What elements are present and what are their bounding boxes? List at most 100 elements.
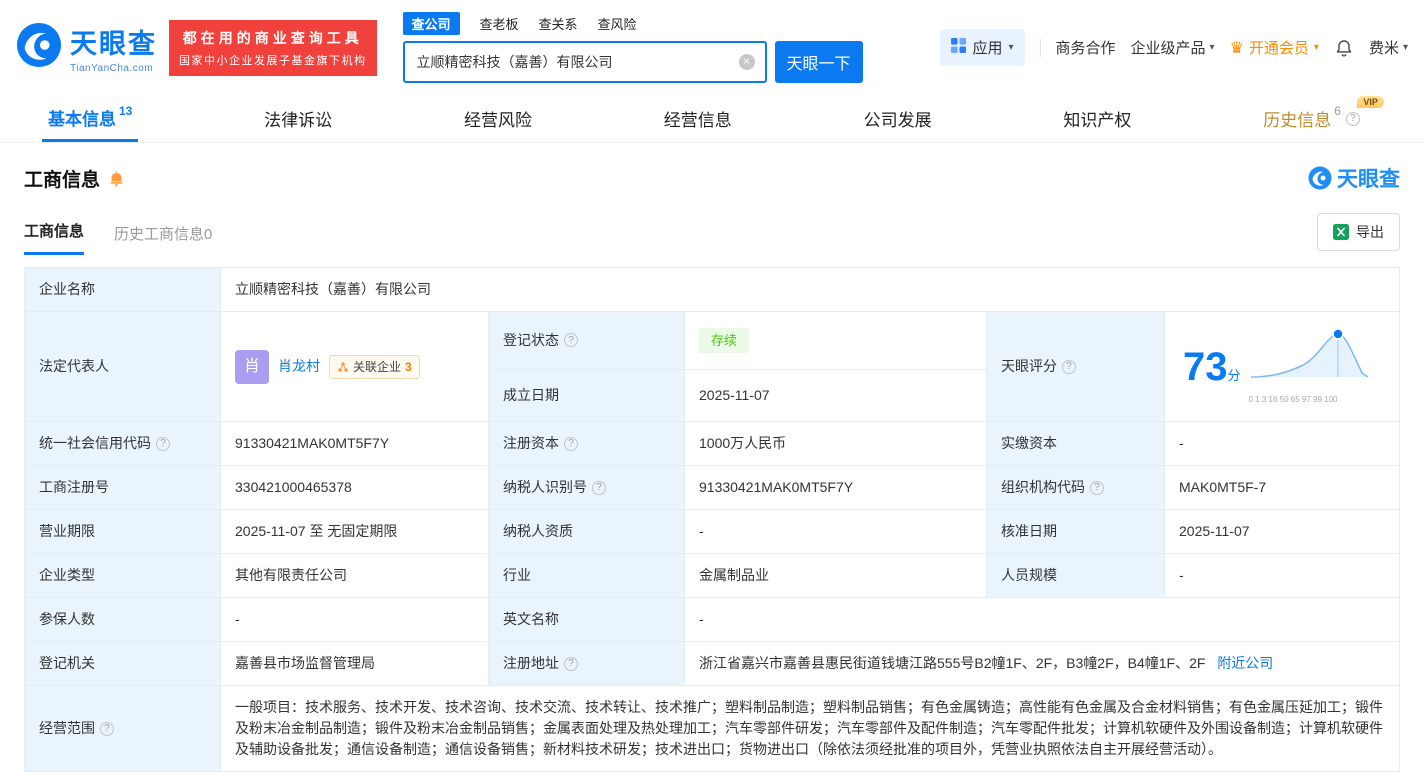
- label-legal-rep: 法定代表人: [25, 312, 221, 422]
- help-icon[interactable]: ?: [564, 437, 578, 451]
- table-row: 企业类型 其他有限责任公司 行业 金属制品业 人员规模 -: [25, 554, 1400, 598]
- watermark-text: 天眼查: [1337, 163, 1400, 193]
- value-taxpayer-quality: -: [685, 510, 987, 554]
- apps-grid-icon: [951, 38, 966, 57]
- chevron-down-icon: ▾: [1210, 42, 1215, 53]
- score-axis-labels: 0 1 3 16 50 65 97 99 100: [1249, 395, 1338, 404]
- label-company-type: 企业类型: [25, 554, 221, 598]
- help-icon[interactable]: ?: [564, 657, 578, 671]
- value-industry: 金属制品业: [685, 554, 987, 598]
- divider: [1040, 39, 1041, 57]
- search-area: 查公司 查老板 查关系 查风险 × 天眼一下: [403, 12, 863, 83]
- label-establish-date: 成立日期: [489, 369, 685, 421]
- user-menu[interactable]: 费米 ▾: [1369, 37, 1408, 58]
- label-company-name: 企业名称: [25, 268, 221, 312]
- chevron-down-icon: ▾: [1008, 42, 1013, 53]
- related-graph-icon: [337, 361, 349, 373]
- score-number: 73: [1183, 345, 1228, 389]
- help-icon[interactable]: ?: [156, 437, 170, 451]
- subtab-business-info[interactable]: 工商信息: [24, 220, 84, 255]
- help-icon[interactable]: ?: [564, 333, 578, 347]
- search-tab-risk[interactable]: 查风险: [598, 14, 637, 33]
- monitor-alarm-icon[interactable]: [108, 170, 125, 187]
- label-reg-capital: 注册资本?: [489, 422, 685, 466]
- label-approval-date: 核准日期: [987, 510, 1165, 554]
- label-reg-address: 注册地址?: [489, 642, 685, 686]
- tab-count: 6: [1334, 104, 1341, 118]
- value-staff-size: -: [1165, 554, 1400, 598]
- chevron-down-icon: ▾: [1314, 42, 1319, 53]
- table-row: 经营范围? 一般项目：技术服务、技术开发、技术咨询、技术交流、技术转让、技术推广…: [25, 686, 1400, 772]
- search-tab-boss[interactable]: 查老板: [480, 14, 519, 33]
- help-icon[interactable]: ?: [1090, 481, 1104, 495]
- address-text: 浙江省嘉兴市嘉善县惠民街道钱塘江路555号B2幢1F、2F，B3幢2F，B4幢1…: [699, 655, 1205, 671]
- logo-subtext: TianYanCha.com: [70, 63, 157, 74]
- help-icon[interactable]: ?: [1346, 112, 1360, 126]
- label-industry: 行业: [489, 554, 685, 598]
- table-row: 统一社会信用代码? 91330421MAK0MT5F7Y 注册资本? 1000万…: [25, 422, 1400, 466]
- enterprise-products-label: 企业级产品: [1131, 37, 1206, 58]
- business-cooperation-link[interactable]: 商务合作: [1056, 37, 1116, 58]
- notification-bell-icon[interactable]: [1334, 38, 1354, 58]
- search-tabs: 查公司 查老板 查关系 查风险: [403, 12, 863, 35]
- help-icon[interactable]: ?: [1062, 360, 1076, 374]
- table-row: 参保人数 - 英文名称 -: [25, 598, 1400, 642]
- search-input[interactable]: [405, 43, 765, 81]
- label-tianyan-score: 天眼评分?: [987, 312, 1165, 422]
- tab-basic-info[interactable]: 基本信息 13: [42, 95, 138, 142]
- tab-label: 法律诉讼: [264, 106, 332, 131]
- subtab-row: 工商信息 历史工商信息0 导出: [24, 213, 1400, 255]
- watermark-eye-icon: [1308, 166, 1332, 190]
- tab-operation-info[interactable]: 经营信息: [658, 95, 738, 142]
- enterprise-products-link[interactable]: 企业级产品 ▾: [1131, 37, 1215, 58]
- slogan-line2: 国家中小企业发展子基金旗下机构: [179, 52, 367, 68]
- help-icon[interactable]: ?: [100, 722, 114, 736]
- tianyancha-logo[interactable]: 天眼查 TianYanCha.com: [16, 22, 157, 74]
- value-reg-capital: 1000万人民币: [685, 422, 987, 466]
- legal-rep-name-link[interactable]: 肖龙村: [278, 356, 320, 377]
- section-title: 工商信息: [24, 165, 100, 192]
- search-button[interactable]: 天眼一下: [775, 41, 863, 83]
- header-actions: 应用 ▾ 商务合作 企业级产品 ▾ ♛ 开通会员 ▾ 费米 ▾: [940, 29, 1408, 66]
- tab-legal-litigation[interactable]: 法律诉讼: [258, 95, 338, 142]
- value-tianyan-score: 73分 0 1 3 16 50 65 97 99 100: [1165, 312, 1400, 422]
- value-english-name: -: [685, 598, 1400, 642]
- tab-operation-risk[interactable]: 经营风险: [458, 95, 538, 142]
- label-business-term: 营业期限: [25, 510, 221, 554]
- tab-history-info[interactable]: VIP 历史信息 6 ?: [1257, 95, 1366, 142]
- value-insured-count: -: [221, 598, 489, 642]
- label-taxpayer-quality: 纳税人资质: [489, 510, 685, 554]
- watermark-logo: 天眼查: [1308, 163, 1400, 193]
- search-tab-relation[interactable]: 查关系: [539, 14, 578, 33]
- tab-company-development[interactable]: 公司发展: [858, 95, 938, 142]
- value-taxpayer-id: 91330421MAK0MT5F7Y: [685, 466, 987, 510]
- label-org-code: 组织机构代码?: [987, 466, 1165, 510]
- subtab-history-business-info[interactable]: 历史工商信息0: [114, 223, 212, 255]
- table-row: 营业期限 2025-11-07 至 无固定期限 纳税人资质 - 核准日期 202…: [25, 510, 1400, 554]
- score-distribution-chart: 0 1 3 16 50 65 97 99 100: [1249, 325, 1373, 408]
- open-vip-link[interactable]: ♛ 开通会员 ▾: [1230, 37, 1319, 58]
- logo-text: 天眼查: [70, 22, 157, 61]
- business-info-table: 企业名称 立顺精密科技（嘉善）有限公司 法定代表人 肖 肖龙村 关联企业: [24, 267, 1400, 772]
- value-business-scope: 一般项目：技术服务、技术开发、技术咨询、技术交流、技术转让、技术推广；塑料制品制…: [221, 686, 1400, 772]
- label-insured-count: 参保人数: [25, 598, 221, 642]
- search-tab-company[interactable]: 查公司: [403, 12, 460, 35]
- help-icon[interactable]: ?: [592, 481, 606, 495]
- label-english-name: 英文名称: [489, 598, 685, 642]
- value-business-term: 2025-11-07 至 无固定期限: [221, 510, 489, 554]
- tab-intellectual-property[interactable]: 知识产权: [1057, 95, 1137, 142]
- chevron-down-icon: ▾: [1403, 42, 1408, 53]
- value-reg-authority: 嘉善县市场监督管理局: [221, 642, 489, 686]
- label-taxpayer-id: 纳税人识别号?: [489, 466, 685, 510]
- search-input-wrap: ×: [403, 41, 767, 83]
- nearby-companies-link[interactable]: 附近公司: [1217, 655, 1273, 671]
- value-paid-capital: -: [1165, 422, 1400, 466]
- legal-rep-avatar[interactable]: 肖: [235, 350, 269, 384]
- value-legal-rep: 肖 肖龙村 关联企业 3: [221, 312, 489, 422]
- export-button[interactable]: 导出: [1317, 213, 1400, 251]
- value-establish-date: 2025-11-07: [685, 369, 987, 421]
- related-companies-badge[interactable]: 关联企业 3: [329, 355, 420, 379]
- apps-menu[interactable]: 应用 ▾: [940, 29, 1024, 66]
- logo-eye-icon: [16, 22, 62, 73]
- clear-search-icon[interactable]: ×: [739, 54, 755, 70]
